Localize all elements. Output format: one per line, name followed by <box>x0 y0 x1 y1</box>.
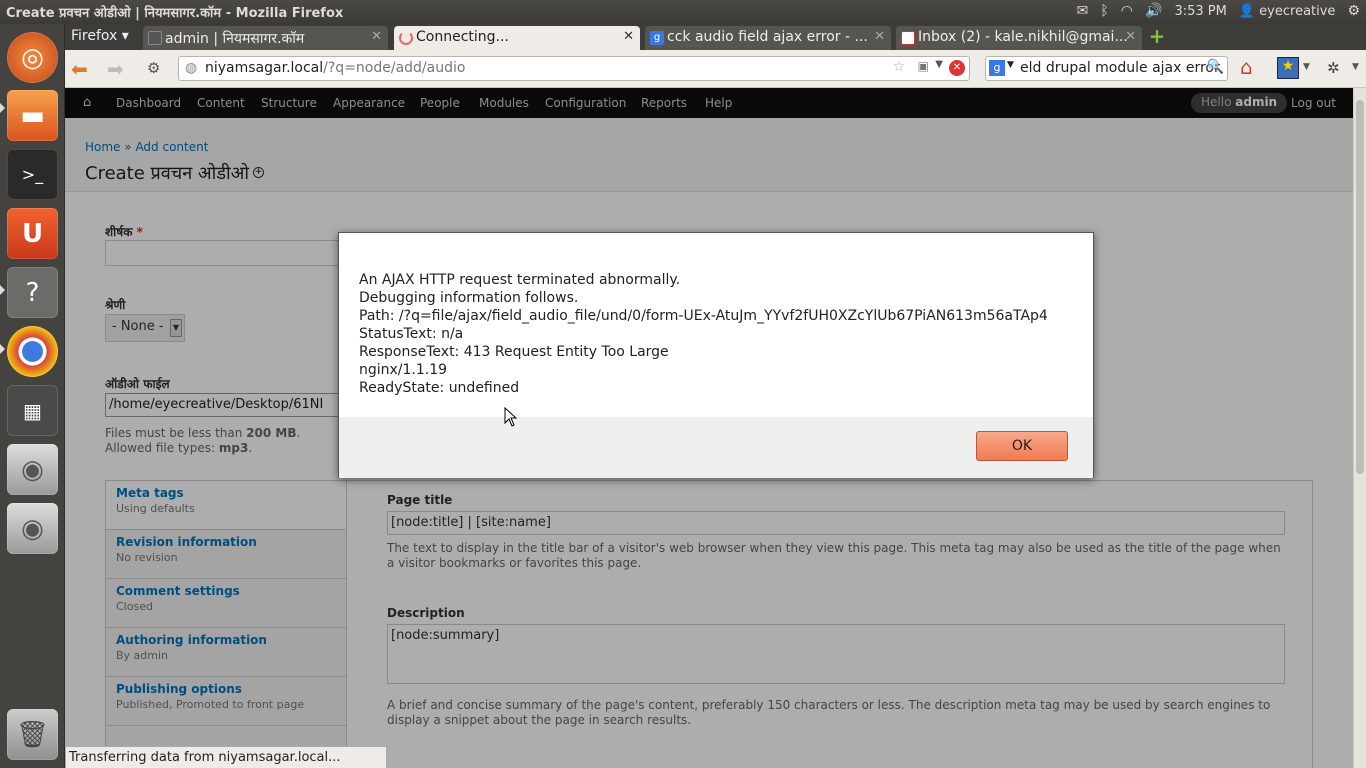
tab-close-icon[interactable]: ✕ <box>1125 29 1136 44</box>
tab-close-icon[interactable]: ✕ <box>371 29 382 44</box>
loading-spinner-icon <box>399 31 413 45</box>
history-dropdown-icon[interactable]: ▼ <box>935 59 943 70</box>
page-favicon-icon <box>148 31 162 45</box>
alert-dialog: An AJAX HTTP request terminated abnormal… <box>338 232 1094 478</box>
bookmarks-star-icon[interactable]: ★ <box>1277 57 1299 79</box>
tab-admin[interactable]: admin | नियमसागर.कॉम ✕ <box>143 26 388 50</box>
tab-bar: Firefox ▾ admin | नियमसागर.कॉम ✕ Connect… <box>65 24 1366 50</box>
search-icon[interactable]: 🔍 <box>1207 59 1224 75</box>
tab-google-search[interactable]: g cck audio field ajax error - ... ✕ <box>645 26 891 50</box>
page-scrollbar[interactable] <box>1353 88 1366 768</box>
mail-icon[interactable]: ✉ <box>1077 3 1089 19</box>
running-indicator <box>0 285 5 295</box>
user-menu[interactable]: 👤 eyecreative <box>1239 4 1336 19</box>
new-tab-button[interactable]: + <box>1145 26 1169 47</box>
site-identity-icon[interactable]: ⚙ <box>147 59 160 77</box>
mouse-cursor-icon <box>504 406 518 431</box>
wifi-icon[interactable]: ◠ <box>1121 3 1133 19</box>
running-indicator <box>0 103 5 113</box>
volume-icon[interactable]: 🔊 <box>1145 3 1162 19</box>
tab-connecting[interactable]: Connecting... ✕ <box>394 26 640 50</box>
home-button[interactable]: ⌂ <box>1240 55 1253 79</box>
alert-footer: OK <box>339 417 1093 478</box>
disk-drive-icon[interactable]: ◉ <box>7 444 58 495</box>
gmail-favicon-icon <box>901 31 915 45</box>
google-engine-icon[interactable]: g <box>989 60 1005 76</box>
gear-icon[interactable]: ⚙ <box>1347 3 1360 19</box>
tab-gmail[interactable]: Inbox (2) - kale.nikhil@gmai... ✕ <box>896 26 1142 50</box>
google-favicon-icon: g <box>650 31 664 45</box>
chrome-icon[interactable] <box>7 326 58 377</box>
user-icon: 👤 <box>1238 3 1256 19</box>
tab-close-icon[interactable]: ✕ <box>623 29 634 44</box>
engine-dropdown-icon[interactable]: ▼ <box>1007 60 1014 70</box>
navigation-toolbar: ⬅ ➡ ⚙ ◍ niyamsagar.local/?q=node/add/aud… <box>65 50 1366 88</box>
alert-message: An AJAX HTTP request terminated abnormal… <box>359 272 1048 396</box>
search-bar[interactable]: g ▼ eld drupal module ajax error 🔍 <box>985 56 1228 81</box>
globe-icon: ◍ <box>185 60 198 76</box>
addon-bug-icon[interactable]: ✲ <box>1327 59 1340 77</box>
trash-icon[interactable]: 🗑 <box>7 709 58 760</box>
help-icon[interactable]: ? <box>7 267 58 318</box>
workspace-switcher-icon[interactable]: ▦ <box>7 385 58 436</box>
files-icon[interactable]: ▬ <box>7 90 58 141</box>
bluetooth-icon[interactable]: ᛒ <box>1100 3 1108 19</box>
page-action-icon[interactable]: ▣ <box>918 59 929 73</box>
tab-close-icon[interactable]: ✕ <box>874 29 885 44</box>
terminal-icon[interactable]: >_ <box>7 149 58 200</box>
running-indicator <box>0 344 5 354</box>
scrollbar-thumb[interactable] <box>1356 100 1364 474</box>
status-bar: Transferring data from niyamsagar.local.… <box>65 746 387 768</box>
bookmarks-dropdown-icon[interactable]: ▼ <box>1303 62 1310 72</box>
window-title: Create प्रवचन ओडीओ | नियमसागर.कॉम - Mozi… <box>6 6 344 21</box>
top-panel: Create प्रवचन ओडीओ | नियमसागर.कॉम - Mozi… <box>0 0 1366 24</box>
disk-drive-icon[interactable]: ◉ <box>7 503 58 554</box>
software-center-icon[interactable]: U <box>7 208 58 259</box>
forward-button[interactable]: ➡ <box>107 57 124 81</box>
launcher: ◎ ▬ >_ U ? ▦ ◉ ◉ 🗑 <box>0 24 65 768</box>
ok-button[interactable]: OK <box>976 431 1068 461</box>
firefox-menu-button[interactable]: Firefox ▾ <box>71 28 129 44</box>
back-button[interactable]: ⬅ <box>71 57 88 81</box>
addon-dropdown-icon[interactable]: ▼ <box>1352 62 1359 72</box>
ubuntu-dash-icon[interactable]: ◎ <box>7 32 58 83</box>
system-tray: ✉ ᛒ ◠ 🔊 3:53 PM 👤 eyecreative ⚙ <box>1077 3 1360 19</box>
clock[interactable]: 3:53 PM <box>1174 4 1226 19</box>
stop-icon[interactable]: ✕ <box>949 60 965 76</box>
url-bar[interactable]: ◍ niyamsagar.local/?q=node/add/audio ☆ ▣… <box>178 56 970 81</box>
bookmark-star-icon[interactable]: ☆ <box>892 59 905 75</box>
